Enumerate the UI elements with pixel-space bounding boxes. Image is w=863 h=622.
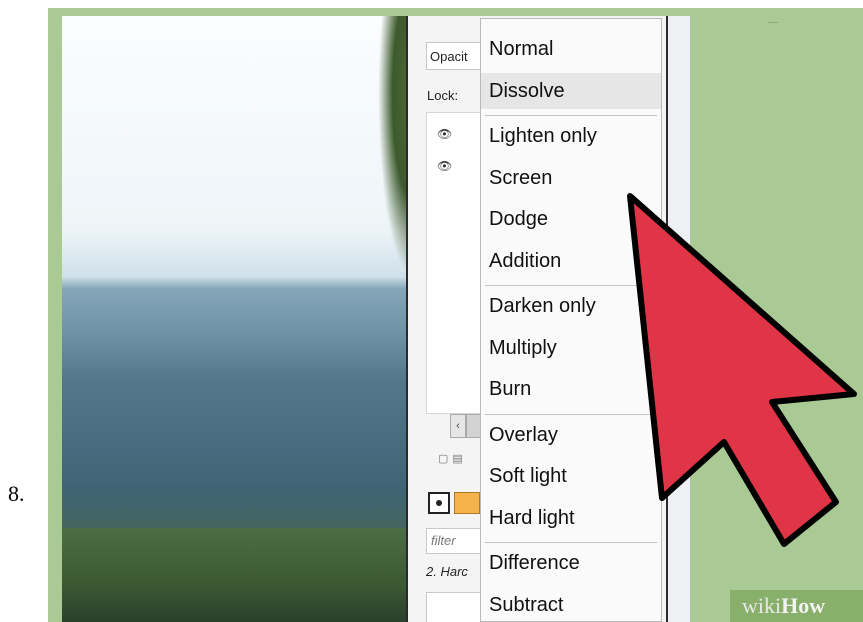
layer-thumbnail-box[interactable] [426, 592, 484, 622]
menu-item-subtract[interactable]: Subtract [481, 587, 661, 622]
foreground-color-swatch[interactable] [454, 492, 480, 514]
brush-icon[interactable] [428, 492, 450, 514]
layer-tools-icons[interactable]: ▢▤ [438, 452, 467, 465]
screenshot-frame: Opacit Lock: 👁 👁 ‹ ▢▤ filter 2. Harc Nor… [48, 8, 863, 622]
menu-item-normal[interactable]: Normal [481, 31, 661, 67]
window-dash [768, 22, 778, 23]
watermark-how: How [781, 593, 826, 618]
layers-panel-controls: Opacit Lock: 👁 👁 ‹ ▢▤ filter 2. Harc [408, 16, 484, 622]
scroll-left-button[interactable]: ‹ [450, 414, 466, 438]
opacity-label: Opacit [426, 42, 482, 70]
arrow-cursor-icon [627, 193, 857, 547]
filter-input[interactable]: filter [426, 528, 482, 554]
lock-label: Lock: [427, 88, 459, 103]
wikihow-watermark: wikiHow [730, 590, 863, 622]
step-number: 8. [8, 481, 25, 506]
forest-foreground [62, 528, 409, 622]
menu-item-dissolve[interactable]: Dissolve [481, 72, 661, 109]
menu-item-lighten-only[interactable]: Lighten only [481, 118, 661, 154]
eye-icon[interactable]: 👁 [437, 159, 452, 173]
current-layer-name: 2. Harc [426, 564, 468, 579]
eye-icon[interactable]: 👁 [437, 127, 452, 141]
watermark-wiki: wiki [742, 593, 782, 618]
menu-separator [485, 115, 657, 116]
layers-list[interactable]: 👁 👁 [426, 112, 484, 414]
